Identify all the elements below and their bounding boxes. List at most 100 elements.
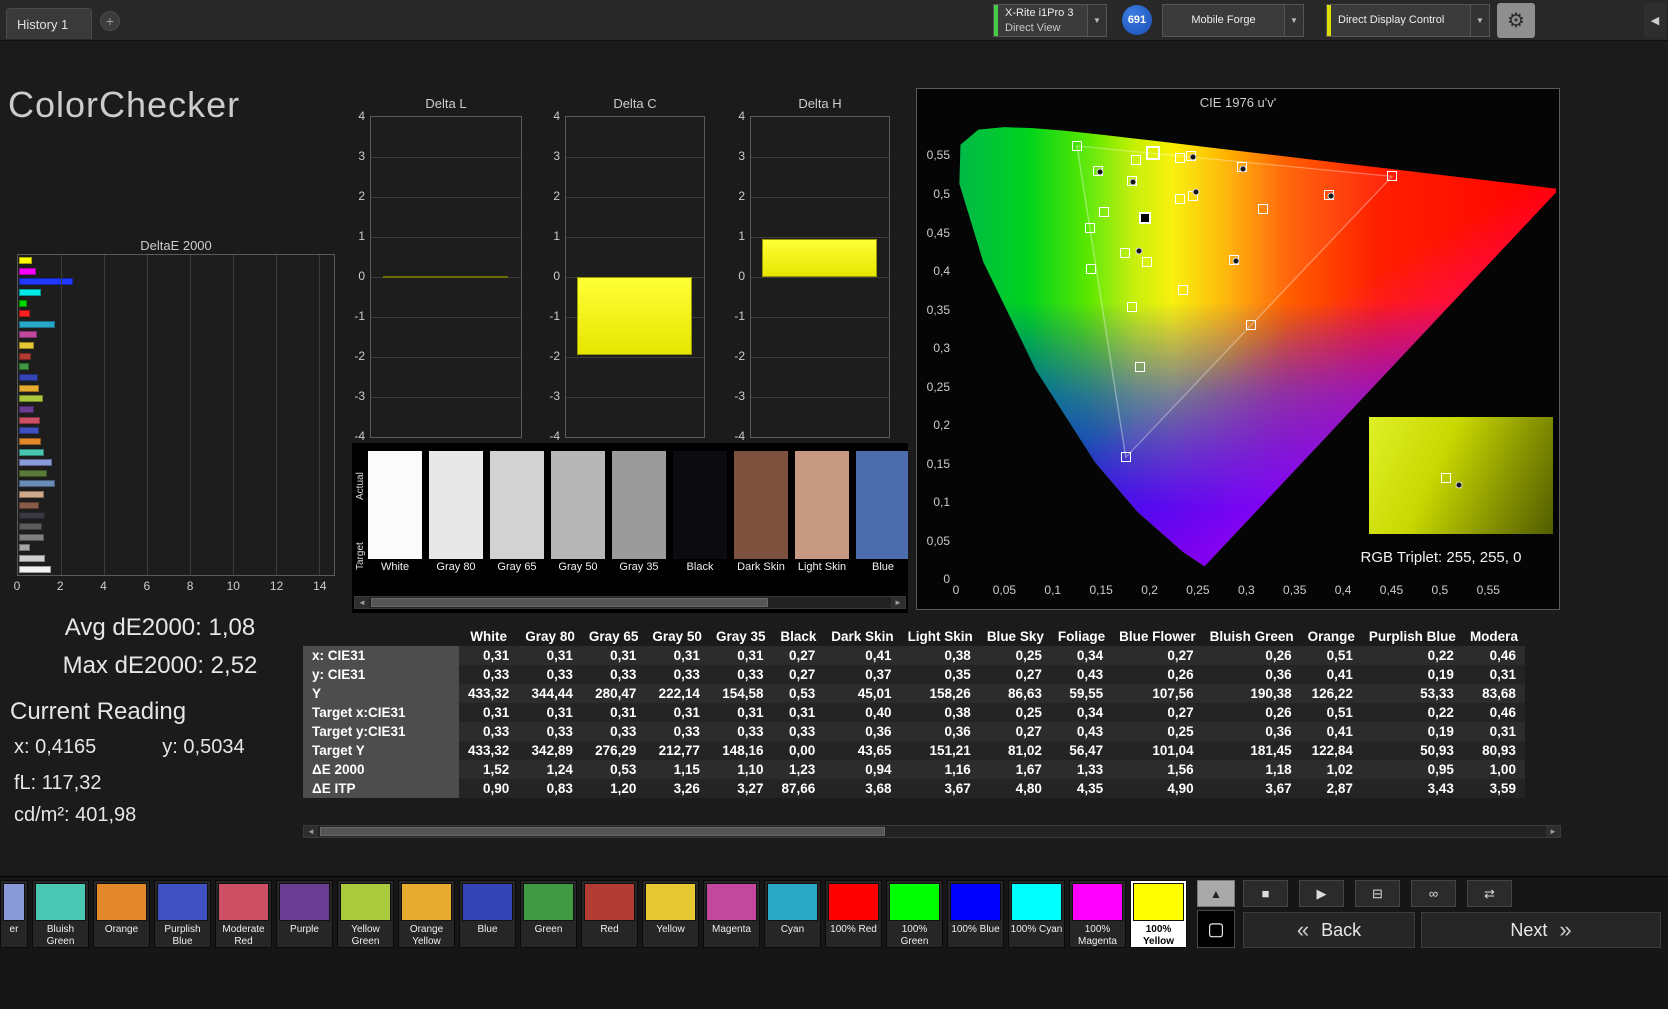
- page-title: ColorChecker: [8, 84, 241, 125]
- axis-tick-label: -3: [734, 389, 745, 403]
- table-cell: 190,38: [1202, 684, 1301, 703]
- patch-button-red[interactable]: Red: [581, 880, 638, 948]
- up-button[interactable]: ▲: [1197, 880, 1235, 907]
- table-cell: 0,33: [708, 665, 773, 684]
- table-cell: 3,67: [900, 779, 980, 798]
- strip-patch: White: [368, 451, 422, 575]
- strip-patch-target: [612, 510, 666, 559]
- patch-button-orange[interactable]: Orange: [93, 880, 150, 948]
- axis-tick-label: -3: [549, 389, 560, 403]
- axis-tick-label: 4: [553, 109, 560, 123]
- patch-button-cyan[interactable]: Cyan: [764, 880, 821, 948]
- deltae-bar-row: [19, 267, 333, 275]
- back-button[interactable]: « Back: [1243, 912, 1415, 948]
- meter-selector[interactable]: X-Rite i1Pro 3 Direct View ▼: [993, 4, 1107, 37]
- table-cell: 122,84: [1300, 741, 1362, 760]
- patch-button-100-blue[interactable]: 100% Blue: [947, 880, 1004, 948]
- add-tab-button[interactable]: +: [100, 11, 120, 31]
- table-cell: 148,16: [708, 741, 773, 760]
- deltae-bar: [19, 405, 34, 413]
- axis-tick-label: 0,45: [1379, 583, 1404, 597]
- next-button[interactable]: Next »: [1421, 912, 1661, 948]
- loop-button[interactable]: ⇄: [1467, 880, 1512, 907]
- tab-history-1[interactable]: History 1: [6, 8, 92, 39]
- collapse-panel-button[interactable]: ◀: [1644, 3, 1666, 38]
- strip-patch-color: [551, 451, 605, 559]
- deltae-bar: [19, 480, 55, 488]
- axis-tick-label: 0: [358, 269, 365, 283]
- scroll-left-icon[interactable]: ◄: [304, 826, 318, 837]
- patch-button-label: 100% Magenta: [1078, 924, 1117, 947]
- scroll-left-icon[interactable]: ◄: [355, 597, 369, 608]
- table-cell: 3,27: [708, 779, 773, 798]
- patch-button-er[interactable]: er: [0, 880, 28, 948]
- gridline: [318, 255, 320, 575]
- patch-button-green[interactable]: Green: [520, 880, 577, 948]
- patch-button-100-cyan[interactable]: 100% Cyan: [1008, 880, 1065, 948]
- chevron-down-icon[interactable]: ▼: [1470, 5, 1489, 36]
- scroll-thumb[interactable]: [320, 827, 885, 836]
- table-head: White Gray 80 Gray 65 Gray 50 Gray 35 Black Da…: [303, 627, 1525, 646]
- patch-button-orange-yellow[interactable]: Orange Yellow: [398, 880, 455, 948]
- strip-scrollbar[interactable]: ◄ ►: [354, 596, 906, 609]
- back-label: Back: [1321, 919, 1362, 940]
- axis-tick-label: 0,2: [1141, 583, 1158, 597]
- table-cell: 3,68: [824, 779, 901, 798]
- chevron-down-icon[interactable]: ▼: [1087, 5, 1106, 36]
- axis-tick-label: 2: [553, 189, 560, 203]
- table-row: y: CIE31 0,33 0,33 0,33 0,33 0,33 0,27 0,37 0,35…: [303, 665, 1525, 684]
- patch-button-yellow-green[interactable]: Yellow Green: [337, 880, 394, 948]
- deltae-bar-row: [19, 554, 333, 562]
- scroll-right-icon[interactable]: ►: [891, 597, 905, 608]
- continuous-button[interactable]: ∞: [1411, 880, 1456, 907]
- patch-button-100-red[interactable]: 100% Red: [825, 880, 882, 948]
- patch-button-100-yellow[interactable]: 100% Yellow: [1130, 880, 1187, 948]
- settings-button[interactable]: ⚙: [1497, 3, 1535, 38]
- measurement-table-wrap: White Gray 80 Gray 65 Gray 50 Gray 35 Black Da…: [303, 627, 1561, 823]
- patch-button-purplish-blue[interactable]: Purplish Blue: [154, 880, 211, 948]
- strip-patch-color: [368, 451, 422, 559]
- strip-patch: Gray 50: [551, 451, 605, 575]
- strip-patch-label: White: [380, 561, 410, 573]
- table-cell: 0,31: [518, 646, 582, 665]
- scroll-thumb[interactable]: [371, 598, 768, 607]
- deltae-bar: [19, 288, 41, 296]
- patch-button-100-green[interactable]: 100% Green: [886, 880, 943, 948]
- patch-button-bluish-green[interactable]: Bluish Green: [32, 880, 89, 948]
- cie-target-square: [1134, 361, 1145, 372]
- scroll-right-icon[interactable]: ►: [1546, 826, 1560, 837]
- table-row-label: ΔE ITP: [303, 779, 459, 798]
- axis-tick-label: 3: [358, 149, 365, 163]
- patch-button-magenta[interactable]: Magenta: [703, 880, 760, 948]
- stop-button[interactable]: ■: [1243, 880, 1288, 907]
- table-cell: 0,83: [518, 779, 582, 798]
- patch-button-moderate-red[interactable]: Moderate Red: [215, 880, 272, 948]
- patch-button-color: [3, 883, 25, 921]
- table-scrollbar[interactable]: ◄ ►: [303, 825, 1561, 838]
- table-cell: 0,37: [824, 665, 901, 684]
- current-fl: fL: 117,32: [14, 772, 102, 794]
- patch-button-yellow[interactable]: Yellow: [642, 880, 699, 948]
- deltae-bar-row: [19, 501, 333, 509]
- patch-button-blue[interactable]: Blue: [459, 880, 516, 948]
- patch-button-purple[interactable]: Purple: [276, 880, 333, 948]
- cie-measured-dot: [1096, 168, 1104, 176]
- table-cell: 151,21: [900, 741, 980, 760]
- table-header-cell: Blue Flower: [1119, 629, 1196, 644]
- current-y: y: 0,5034: [162, 736, 245, 758]
- pattern-button[interactable]: ⊟: [1355, 880, 1400, 907]
- display-control-selector[interactable]: Direct Display Control ▼: [1326, 4, 1490, 37]
- patch-button-color: [218, 883, 269, 921]
- patch-button-100-magenta[interactable]: 100% Magenta: [1069, 880, 1126, 948]
- deltae-bar-row: [19, 565, 333, 573]
- pattern-source-selector[interactable]: Mobile Forge ▼: [1162, 4, 1304, 37]
- chevron-down-icon[interactable]: ▼: [1284, 5, 1303, 36]
- cie-target-square: [1131, 155, 1142, 166]
- deltae-bar: [19, 491, 44, 499]
- table-cell: 107,56: [1112, 684, 1203, 703]
- scroll-track: [318, 826, 1546, 837]
- play-button[interactable]: ▶: [1299, 880, 1344, 907]
- display-pattern-button[interactable]: ▢: [1197, 910, 1235, 948]
- table-row: Target y:CIE31 0,33 0,33 0,33 0,33 0,33 0,33 0,…: [303, 722, 1525, 741]
- meter-mode: Direct View: [1005, 21, 1061, 34]
